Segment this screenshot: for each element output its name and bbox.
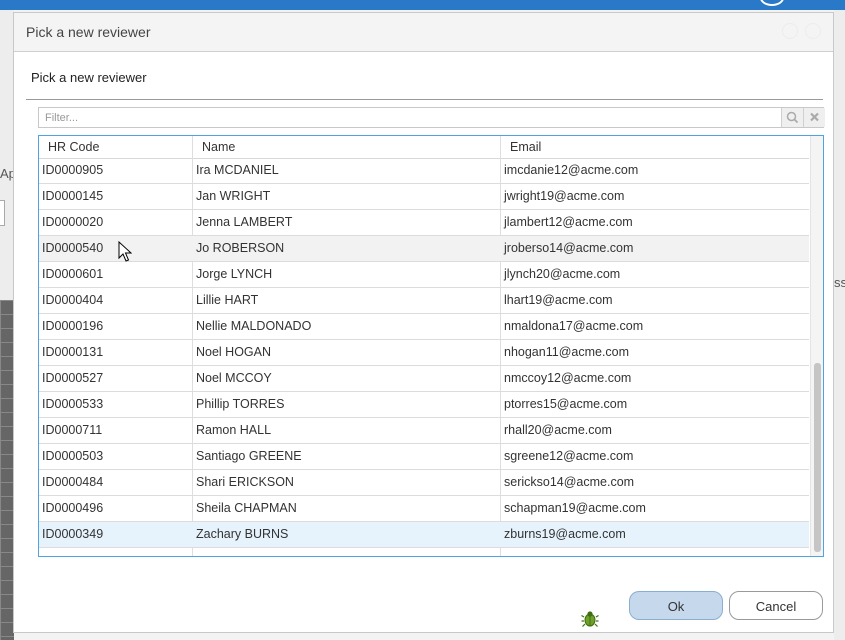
pick-reviewer-dialog: Pick a new reviewer Pick a new reviewer … [13, 12, 834, 633]
email-cell: jlynch20@acme.com [504, 267, 621, 281]
name-cell: Lillie HART [196, 293, 259, 307]
grid-rows: ID0000905 Ira MCDANIEL imcdanie12@acme.com… [39, 158, 809, 548]
name-cell: Ira MCDANIEL [196, 163, 279, 177]
table-row[interactable]: ID0000020 Jenna LAMBERT jlambert12@acme.co… [39, 210, 809, 236]
table-row[interactable]: ID0000145 Jan WRIGHT jwright19@acme.com [39, 184, 809, 210]
hr-code-cell: ID0000404 [42, 293, 104, 307]
hr-code-cell: ID0000145 [42, 189, 104, 203]
column-header-email[interactable]: Email [510, 136, 541, 158]
table-row[interactable]: ID0000540 Jo ROBERSON jroberso14@acme.com [39, 236, 809, 262]
email-cell: sgreene12@acme.com [504, 449, 634, 463]
email-cell: nhogan11@acme.com [504, 345, 630, 359]
email-cell: jlambert12@acme.com [504, 215, 633, 229]
email-cell: schapman19@acme.com [504, 501, 646, 515]
email-cell: imcdanie12@acme.com [504, 163, 639, 177]
hr-code-cell: ID0000540 [42, 241, 104, 255]
column-header-name[interactable]: Name [202, 136, 235, 158]
hr-code-cell: ID0000196 [42, 319, 104, 333]
mouse-cursor-icon [118, 241, 132, 262]
vertical-scrollbar[interactable] [810, 136, 823, 556]
name-cell: Santiago GREENE [196, 449, 302, 463]
name-cell: Sheila CHAPMAN [196, 501, 297, 515]
table-row[interactable]: ID0000131 Noel HOGAN nhogan11@acme.com [39, 340, 809, 366]
dialog-title: Pick a new reviewer [26, 24, 151, 40]
hr-code-cell: ID0000496 [42, 501, 104, 515]
hr-code-cell: ID0000711 [42, 423, 103, 437]
table-row[interactable]: ID0000484 Shari ERICKSON sericksо14@acme.c… [39, 470, 809, 496]
clear-filter-button[interactable] [803, 108, 825, 127]
table-row[interactable]: ID0000503 Santiago GREENE sgreene12@acme.c… [39, 444, 809, 470]
hr-code-cell: ID0000527 [42, 371, 104, 385]
background-left-control [0, 200, 5, 226]
table-row[interactable]: ID0000533 Phillip TORRES ptorres15@acme.co… [39, 392, 809, 418]
name-cell: Shari ERICKSON [196, 475, 294, 489]
table-row[interactable]: ID0000527 Noel MCCOY nmccoy12@acme.com [39, 366, 809, 392]
table-row[interactable]: ID0000905 Ira MCDANIEL imcdanie12@acme.com [39, 158, 809, 184]
email-cell: jroberso14@acme.com [504, 241, 634, 255]
bug-icon[interactable] [580, 609, 600, 629]
filter-bar [38, 107, 825, 128]
name-cell: Phillip TORRES [196, 397, 285, 411]
email-cell: zburns19@acme.com [504, 527, 626, 541]
close-icon[interactable] [805, 23, 821, 39]
background-left-text: App [0, 166, 14, 181]
help-icon[interactable] [782, 23, 798, 39]
hr-code-cell: ID0000484 [42, 475, 104, 489]
email-cell: jwright19@acme.com [504, 189, 625, 203]
ok-button[interactable]: Ok [629, 591, 723, 620]
email-cell: sericksо14@acme.com [504, 475, 635, 489]
cancel-button[interactable]: Cancel [729, 591, 823, 620]
grid-header: HR Code Name Email [39, 136, 809, 159]
background-left-grid [0, 300, 14, 640]
subtitle-divider [26, 99, 823, 100]
table-row[interactable]: ID0000601 Jorge LYNCH jlynch20@acme.com [39, 262, 809, 288]
filter-input[interactable] [39, 108, 779, 127]
table-row[interactable]: ID0000496 Sheila CHAPMAN schapman19@acme.c… [39, 496, 809, 522]
reviewer-grid: HR Code Name Email ID0000905 Ira MCDANIEL… [38, 135, 824, 557]
table-row[interactable]: ID0000196 Nellie MALDONADO nmaldona17@acme… [39, 314, 809, 340]
search-button[interactable] [781, 108, 803, 127]
background-right-panel [834, 10, 845, 640]
hr-code-cell: ID0000601 [42, 267, 104, 281]
name-cell: Jan WRIGHT [196, 189, 271, 203]
name-cell: Noel HOGAN [196, 345, 272, 359]
email-cell: ptorres15@acme.com [504, 397, 628, 411]
hr-code-cell: ID0000020 [42, 215, 104, 229]
hr-code-cell: ID0000131 [42, 345, 104, 359]
hr-code-cell: ID0000503 [42, 449, 104, 463]
name-cell: Jo ROBERSON [196, 241, 285, 255]
search-icon [786, 111, 799, 124]
table-row[interactable]: ID0000404 Lillie HART lhart19@acme.com [39, 288, 809, 314]
table-row[interactable]: ID0000349 Zachary BURNS zburns19@acme.com [39, 522, 809, 548]
table-row[interactable]: ID0000711 Ramon HALL rhall20@acme.com [39, 418, 809, 444]
column-header-hr-code[interactable]: HR Code [48, 136, 99, 158]
name-cell: Jorge LYNCH [196, 267, 273, 281]
email-cell: nmccoy12@acme.com [504, 371, 632, 385]
hr-code-cell: ID0000533 [42, 397, 104, 411]
email-cell: lhart19@acme.com [504, 293, 613, 307]
app-top-bar [0, 0, 845, 10]
name-cell: Jenna LAMBERT [196, 215, 293, 229]
dialog-subtitle: Pick a new reviewer [31, 70, 147, 85]
email-cell: rhall20@acme.com [504, 423, 612, 437]
name-cell: Nellie MALDONADO [196, 319, 312, 333]
hr-code-cell: ID0000905 [42, 163, 104, 177]
dialog-header: Pick a new reviewer [14, 13, 833, 52]
name-cell: Ramon HALL [196, 423, 272, 437]
background-right-text: ss [834, 275, 845, 290]
scrollbar-thumb[interactable] [814, 363, 821, 552]
name-cell: Noel MCCOY [196, 371, 272, 385]
user-avatar-icon[interactable] [760, 0, 784, 6]
email-cell: nmaldona17@acme.com [504, 319, 644, 333]
close-icon [810, 112, 819, 122]
hr-code-cell: ID0000349 [42, 527, 104, 541]
name-cell: Zachary BURNS [196, 527, 289, 541]
